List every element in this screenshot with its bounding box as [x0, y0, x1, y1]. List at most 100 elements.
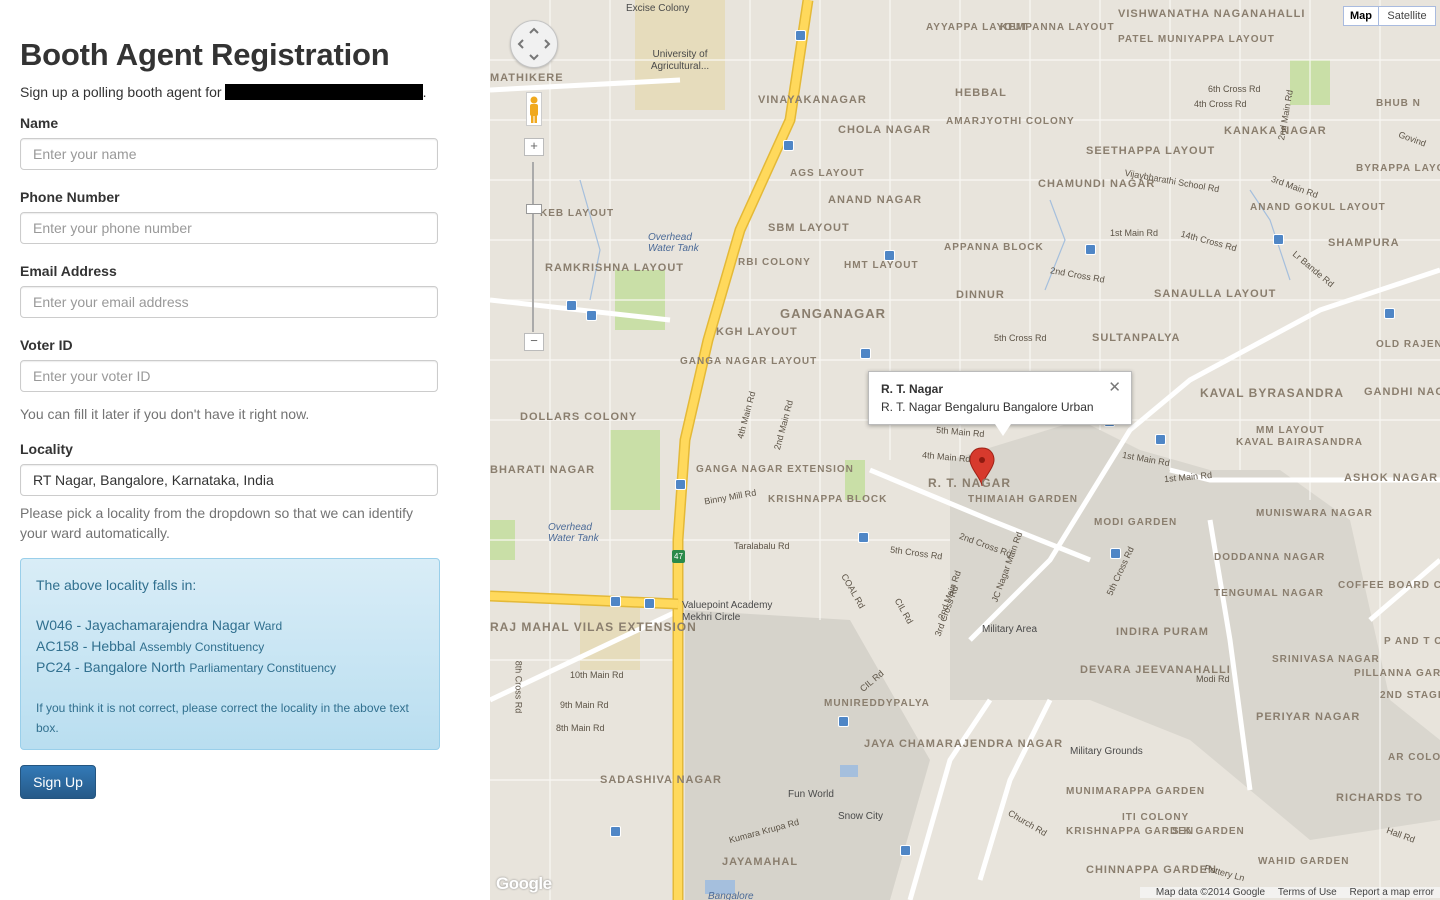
street-view-pegman-icon[interactable]: [526, 92, 542, 126]
zoom-slider-handle[interactable]: [526, 204, 542, 214]
area-label: KEB LAYOUT: [540, 208, 615, 219]
bus-stop-icon: [1110, 548, 1121, 559]
area-label: KGH LAYOUT: [716, 326, 798, 338]
ward-value: W046 - Jayachamarajendra Nagar: [36, 617, 250, 633]
poi-label: Excise Colony: [626, 3, 690, 14]
area-label: KEMPANNA LAYOUT: [1000, 22, 1115, 33]
area-label: ANAND GOKUL LAYOUT: [1250, 202, 1386, 213]
email-input[interactable]: [20, 286, 438, 318]
zoom-slider-track[interactable]: [532, 162, 534, 332]
area-label: RICHARDS TO: [1336, 792, 1424, 804]
road-label: 8th Main Rd: [556, 723, 605, 733]
poi-label: University of Agricultural...: [650, 49, 710, 72]
area-label: BHUB N: [1376, 98, 1421, 109]
road-label: 4th Cross Rd: [1194, 99, 1247, 109]
water-label: Overhead Water Tank: [548, 522, 599, 544]
area-label: HEBBAL: [955, 87, 1007, 99]
area-label: SADASHIVA NAGAR: [600, 774, 722, 786]
bus-stop-icon: [900, 845, 911, 856]
area-label: CHINNAPPA GARDEN: [1086, 864, 1217, 876]
area-label: MUNIMARAPPA GARDEN: [1066, 786, 1206, 797]
info-heading: The above locality falls in:: [36, 577, 197, 593]
road-label: 6th Cross Rd: [1208, 84, 1261, 94]
area-label: PATEL MUNIYAPPA LAYOUT: [1118, 34, 1275, 45]
poi-label: Mekhri Circle: [682, 612, 741, 623]
area-label: SBM LAYOUT: [768, 222, 850, 234]
area-label: WAHID GARDEN: [1258, 856, 1350, 867]
page-title: Booth Agent Registration: [20, 37, 390, 72]
area-label: MUNIREDDYPALYA: [824, 698, 930, 709]
area-label: ITI COLONY: [1122, 812, 1190, 823]
name-input[interactable]: [20, 138, 438, 170]
lead-text: Sign up a polling booth agent for.: [20, 84, 427, 100]
bus-stop-icon: [838, 716, 849, 727]
locality-input[interactable]: [20, 464, 438, 496]
area-label: KANAKA NAGAR: [1224, 125, 1327, 137]
area-label: KRISHNAPPA BLOCK: [768, 494, 888, 505]
area-label: AMARJYOTHI COLONY: [946, 116, 1075, 127]
zoom-in-button[interactable]: +: [524, 138, 544, 156]
bus-stop-icon: [783, 140, 794, 151]
zoom-out-button[interactable]: −: [524, 333, 544, 351]
assembly-value: AC158 - Hebbal: [36, 638, 136, 654]
area-label: BYRAPPA LAYOUT: [1356, 163, 1440, 174]
area-label: MATHIKERE: [490, 72, 564, 84]
area-label: PERIYAR NAGAR: [1256, 711, 1361, 723]
area-label: OLD RAJENI NAGAR: [1376, 339, 1440, 350]
area-label: MM LAYOUT: [1256, 425, 1325, 436]
area-label: SULTANPALYA: [1092, 332, 1181, 344]
bus-stop-icon: [610, 596, 621, 607]
area-label: DOLLARS COLONY: [520, 411, 638, 423]
area-label: SRINIVASA NAGAR: [1272, 654, 1380, 665]
area-label: GANGA NAGAR EXTENSION: [696, 464, 854, 475]
map-view[interactable]: HEBBAL CHOLA NAGAR AMARJYOTHI COLONY VIN…: [490, 0, 1440, 900]
road-label: Taralabalu Rd: [734, 541, 790, 551]
map-type-satellite-button[interactable]: Satellite: [1378, 6, 1436, 26]
bus-stop-icon: [860, 348, 871, 359]
report-map-error-link[interactable]: Report a map error: [1350, 887, 1434, 898]
area-label: ANAND NAGAR: [828, 194, 923, 206]
area-label: RBI COLONY: [738, 257, 811, 268]
bus-stop-icon: [795, 30, 806, 41]
area-label: AGS LAYOUT: [790, 168, 865, 179]
area-label: RAJ MAHAL VILAS EXTENSION: [490, 620, 697, 634]
voter-id-input[interactable]: [20, 360, 438, 392]
pan-control[interactable]: [510, 20, 558, 68]
sign-up-button[interactable]: Sign Up: [20, 765, 96, 799]
road-label: 9th Main Rd: [560, 700, 609, 710]
area-label: S K GARDEN: [1172, 826, 1245, 837]
area-label: P AND T COLONY: [1384, 636, 1440, 647]
locality-help: Please pick a locality from the dropdown…: [20, 505, 413, 541]
area-label: PILLANNA GARDEN: [1354, 668, 1440, 679]
bus-stop-icon: [566, 300, 577, 311]
road-label: 5th Cross Rd: [994, 333, 1047, 343]
close-icon[interactable]: ✕: [1108, 378, 1121, 396]
area-label: SEETHAPPA LAYOUT: [1086, 145, 1216, 157]
bus-stop-icon: [610, 826, 621, 837]
map-type-map-button[interactable]: Map: [1343, 6, 1379, 26]
highway-shield-icon: 47: [672, 550, 685, 563]
info-window-title: R. T. Nagar: [881, 382, 944, 396]
terms-of-use-link[interactable]: Terms of Use: [1278, 887, 1337, 898]
bus-stop-icon: [675, 479, 686, 490]
poi-label: Fun World: [788, 789, 834, 800]
area-label: ASHOK NAGAR: [1344, 472, 1439, 484]
phone-input[interactable]: [20, 212, 438, 244]
area-label: DINNUR: [956, 289, 1005, 301]
area-label: APPANNA BLOCK: [944, 242, 1044, 253]
map-info-window: R. T. Nagar R. T. Nagar Bengaluru Bangal…: [868, 371, 1132, 436]
area-label: KAVAL BYRASANDRA: [1200, 386, 1345, 400]
bus-stop-icon: [1273, 234, 1284, 245]
map-data-attribution: Map data ©2014 Google: [1155, 887, 1266, 898]
area-label: SANAULLA LAYOUT: [1154, 288, 1277, 300]
area-label: 2ND STAGE: [1380, 690, 1440, 701]
voter-id-label: Voter ID: [20, 337, 73, 353]
area-label: HMT LAYOUT: [844, 260, 919, 271]
area-label: KAVAL BAIRASANDRA: [1236, 437, 1363, 448]
map-footer: Map data ©2014 Google Terms of Use Repor…: [1139, 887, 1440, 898]
poi-label: Military Area: [982, 624, 1038, 635]
area-label: JAYA CHAMARAJENDRA NAGAR: [864, 738, 1064, 750]
constituency-list: W046 - Jayachamarajendra Nagar Ward AC15…: [36, 615, 424, 678]
area-label: CHOLA NAGAR: [838, 124, 932, 136]
info-window-tail: [995, 424, 1011, 436]
